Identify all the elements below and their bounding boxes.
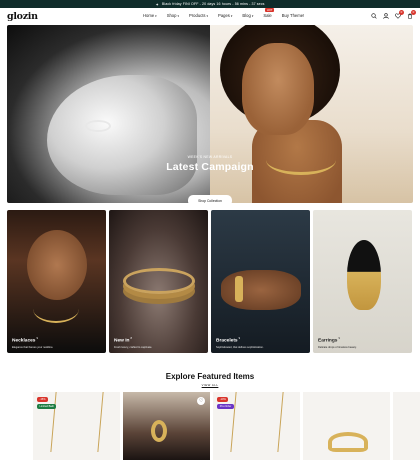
limited-badge: Limited Badi [37, 404, 57, 409]
nav-item-buy-theme[interactable]: Buy Theme! [282, 13, 305, 18]
sparkle-icon: ✦ [155, 1, 159, 7]
category-card-new-in[interactable]: New In8 Fresh luxury, crafted to captiva… [109, 210, 208, 353]
announcement-bar: ✦ Black friday FINI OFF - 20 days 16 hou… [0, 0, 420, 8]
earring-shape [151, 420, 168, 442]
face-shape [242, 43, 314, 135]
earring-shape [347, 240, 381, 310]
logo[interactable]: glozin [7, 11, 38, 22]
user-icon[interactable] [383, 13, 389, 19]
search-icon[interactable] [371, 13, 377, 19]
ring-shape [85, 120, 111, 132]
category-subtitle: Fresh luxury, crafted to captivate. [114, 346, 153, 349]
sale-badge: -15% [37, 397, 49, 402]
hero-image-model [210, 25, 413, 203]
necklace-shape [230, 392, 284, 452]
shop-collection-button[interactable]: Shop Collection [188, 195, 232, 203]
category-subtitle: Elegance that frames your neckline. [12, 346, 54, 349]
category-subtitle: Delicate drops of timeless beauty. [318, 346, 357, 349]
hand-shape [47, 75, 197, 195]
product-card[interactable]: ♡ [123, 392, 211, 460]
category-card-bracelets[interactable]: Bracelets9 Sophisticated, that defines s… [211, 210, 310, 353]
nav-item-sale[interactable]: HOT Sale [263, 8, 274, 18]
chain-shape [33, 295, 79, 323]
hot-badge: HOT [265, 8, 274, 12]
chevron-down-icon: ▾ [230, 14, 233, 18]
nav-item-products[interactable]: Products▾ [189, 13, 208, 18]
cart-icon[interactable]: 0 [407, 10, 416, 19]
nav-item-pages[interactable]: Pages▾ [218, 13, 232, 18]
product-card[interactable]: -10% Pre-Order [213, 392, 301, 460]
hero-eyebrow: WEEK'S NEW ARRIVALS [187, 155, 233, 159]
earring-shape [328, 432, 369, 452]
category-card-earrings[interactable]: Earrings9 Delicate drops of timeless bea… [313, 210, 412, 353]
hero-text: WEEK'S NEW ARRIVALS Latest Campaign [7, 155, 413, 173]
nav-item-blog[interactable]: Blog▾ [242, 13, 253, 18]
announcement-text: Black friday FINI OFF - 20 days 16 hours… [161, 2, 265, 6]
necklace-shape [50, 392, 104, 452]
chevron-down-icon: ▾ [206, 14, 209, 18]
category-grid: Necklaces9 Elegance that frames your nec… [7, 210, 413, 353]
category-label: New In8 [114, 337, 132, 344]
nav-item-shop[interactable]: Shop▾ [167, 13, 179, 18]
hero-title: Latest Campaign [166, 161, 254, 173]
main-nav: Home▾ Shop▾ Products▾ Pages▾ Blog▾ HOT Sa… [143, 8, 305, 18]
product-card[interactable]: -15% Limited Badi [33, 392, 121, 460]
model-shape [27, 230, 87, 300]
preorder-badge: Pre-Order [217, 404, 234, 409]
heart-icon[interactable]: ♡ [197, 397, 206, 405]
product-card[interactable] [303, 392, 391, 460]
bangle-shape [235, 276, 243, 302]
hero-image-hand [7, 25, 210, 203]
cart-count: 0 [411, 10, 416, 15]
sale-badge: -10% [217, 397, 229, 402]
product-carousel: -15% Limited Badi ♡ -10% Pre-Order [33, 392, 420, 460]
featured-title: Explore Featured Items [165, 372, 255, 381]
category-label: Earrings9 [318, 337, 340, 344]
rings-shape [123, 268, 195, 294]
chevron-down-icon: ▾ [155, 14, 157, 18]
category-subtitle: Sophisticated, that defines sophisticati… [216, 346, 264, 349]
site-header: glozin Home▾ Shop▾ Products▾ Pages▾ Blog… [0, 8, 420, 25]
category-label: Bracelets9 [216, 337, 241, 344]
view-all-link[interactable]: VIEW ALL [0, 383, 420, 387]
product-card[interactable] [393, 392, 420, 460]
wishlist-count: 0 [399, 10, 404, 15]
hero-slider: WEEK'S NEW ARRIVALS Latest Campaign Shop… [7, 25, 413, 203]
nav-item-home[interactable]: Home▾ [143, 13, 157, 18]
chevron-down-icon: ▾ [251, 14, 254, 18]
header-icons: 0 0 [371, 10, 416, 19]
category-label: Necklaces9 [12, 337, 38, 344]
heart-icon[interactable]: 0 [395, 10, 404, 19]
chevron-down-icon: ▾ [177, 14, 179, 18]
category-card-necklaces[interactable]: Necklaces9 Elegance that frames your nec… [7, 210, 106, 353]
arm-shape [221, 270, 301, 310]
